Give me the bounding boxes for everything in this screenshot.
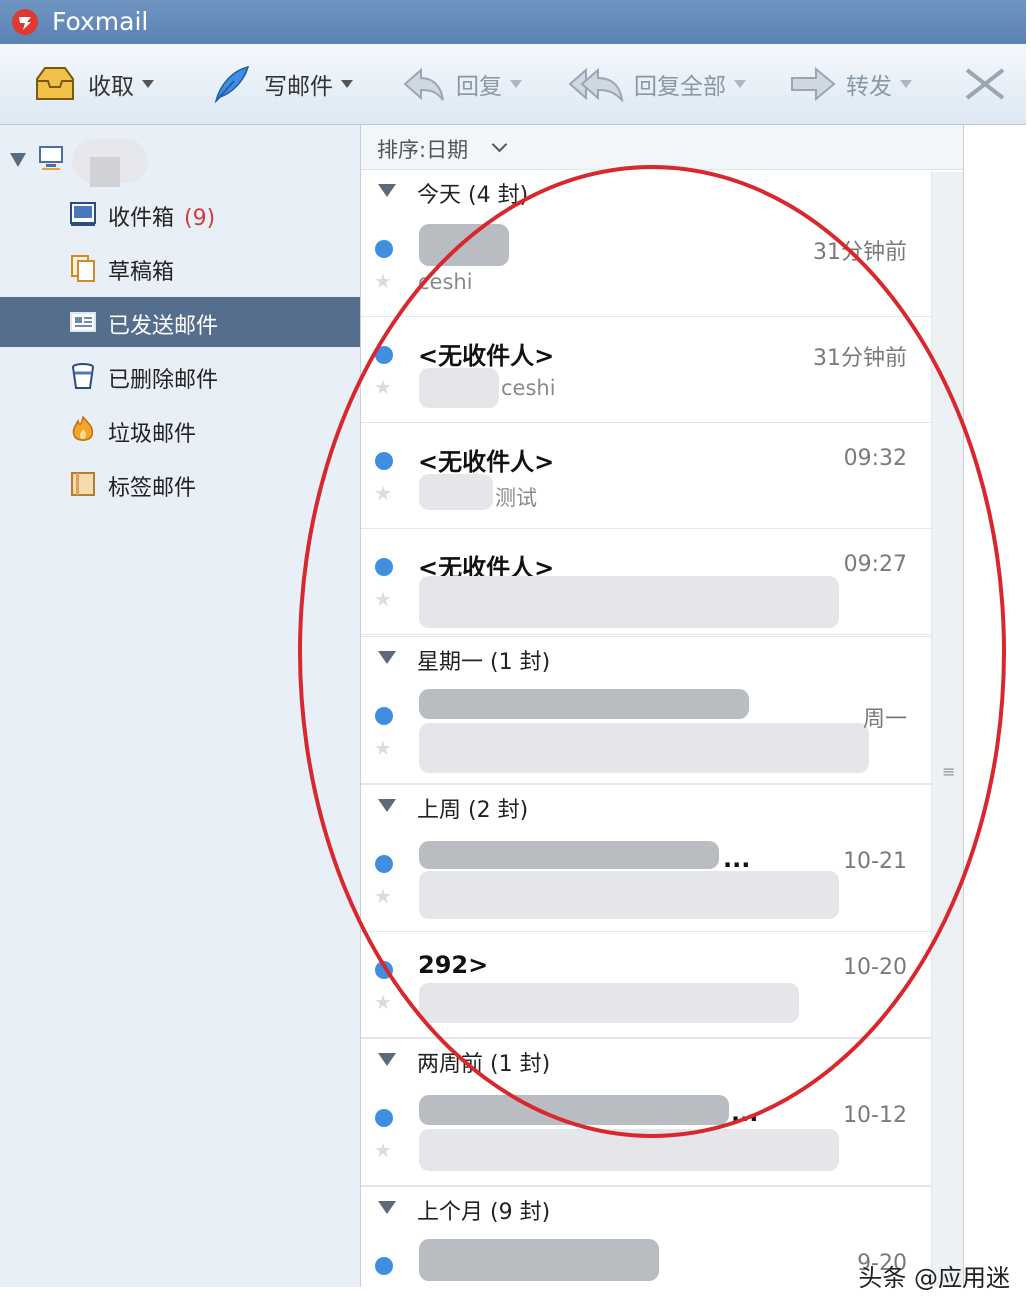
folder-deleted[interactable]: 已删除邮件	[0, 351, 360, 401]
sort-label: 排序:日期	[377, 138, 469, 162]
reply-all-arrow-icon	[568, 61, 624, 107]
collapse-triangle-icon[interactable]	[378, 1201, 396, 1214]
group-header-last-week[interactable]: 上周 (2 封)	[361, 784, 931, 828]
subject-redacted	[419, 871, 839, 919]
folder-tagged[interactable]: 标签邮件	[0, 459, 360, 509]
subject-redacted	[419, 368, 499, 408]
subject-redacted	[419, 723, 869, 773]
unread-dot-icon	[375, 707, 393, 725]
star-icon[interactable]: ★	[374, 884, 392, 908]
mail-row[interactable]: 9-20	[361, 1229, 931, 1288]
reply-dropdown-caret-icon[interactable]	[510, 80, 522, 88]
folder-sidebar: 收件箱 (9) 草稿箱 已发送邮件 已删除邮件 垃圾邮件 标签邮件	[0, 125, 361, 1287]
group-header-today[interactable]: 今天 (4 封)	[361, 169, 931, 213]
unread-count-badge: (9)	[184, 206, 216, 231]
account-computer-icon	[39, 146, 63, 170]
title-bar: Foxmail	[0, 0, 1026, 44]
collapse-triangle-icon[interactable]	[378, 651, 396, 664]
mail-row[interactable]: ★ ... 10-21	[361, 827, 931, 932]
vertical-scrollbar[interactable]: ≡	[931, 172, 963, 1287]
collapse-triangle-icon[interactable]	[378, 184, 396, 197]
watermark-text: 头条 @应用迷	[858, 1264, 1010, 1292]
inbox-tray-icon	[32, 61, 78, 107]
sort-bar[interactable]: 排序:日期	[361, 125, 963, 170]
star-icon[interactable]: ★	[374, 990, 392, 1014]
sender-redacted	[419, 224, 509, 266]
folder-drafts[interactable]: 草稿箱	[0, 243, 360, 293]
receive-dropdown-caret-icon[interactable]	[142, 80, 154, 88]
unread-dot-icon	[375, 452, 393, 470]
subject-redacted	[419, 983, 799, 1023]
receive-button[interactable]: 收取	[32, 61, 154, 107]
star-icon[interactable]: ★	[374, 736, 392, 760]
star-icon[interactable]: ★	[374, 1138, 392, 1162]
app-title: Foxmail	[52, 7, 149, 36]
subject-redacted	[419, 576, 839, 628]
forward-dropdown-caret-icon[interactable]	[900, 80, 912, 88]
sender-redacted	[419, 841, 719, 869]
unread-dot-icon	[375, 240, 393, 258]
spam-flame-icon	[72, 415, 94, 441]
mail-row[interactable]: ★ 周一	[361, 679, 931, 784]
scissors-icon	[962, 61, 1008, 107]
inbox-icon	[70, 202, 96, 226]
toolbar: 收取 写邮件 回复 回复全部 转发	[0, 44, 1026, 125]
reply-button[interactable]: 回复	[400, 61, 522, 107]
more-tools-button[interactable]	[962, 61, 1008, 107]
collapse-triangle-icon[interactable]	[10, 153, 26, 167]
mail-row[interactable]: ★ 292> 10-20	[361, 933, 931, 1038]
mail-row[interactable]: ★ <无收件人> 09:27	[361, 530, 931, 635]
drafts-icon	[71, 255, 95, 282]
account-node[interactable]	[0, 137, 360, 187]
group-header-monday[interactable]: 星期一 (1 封)	[361, 636, 931, 680]
scrollbar-grip-icon: ≡	[942, 762, 956, 781]
unread-dot-icon	[375, 346, 393, 364]
mail-row[interactable]: ★ ... 10-12	[361, 1081, 931, 1186]
account-name-redacted-block	[90, 157, 120, 187]
unread-dot-icon	[375, 1257, 393, 1275]
compose-button[interactable]: 写邮件	[208, 61, 353, 107]
subject-redacted	[419, 1129, 839, 1171]
folder-sent[interactable]: 已发送邮件	[0, 297, 360, 347]
forward-button[interactable]: 转发	[790, 61, 912, 107]
collapse-triangle-icon[interactable]	[378, 1053, 396, 1066]
unread-dot-icon	[375, 961, 393, 979]
trash-icon	[72, 363, 94, 389]
scrollbar-thumb[interactable]	[932, 172, 963, 1287]
foxmail-logo-icon	[12, 9, 38, 35]
unread-dot-icon	[375, 855, 393, 873]
group-header-last-month[interactable]: 上个月 (9 封)	[361, 1186, 931, 1230]
reply-all-dropdown-caret-icon[interactable]	[734, 80, 746, 88]
collapse-triangle-icon[interactable]	[378, 799, 396, 812]
compose-dropdown-caret-icon[interactable]	[341, 80, 353, 88]
mail-row[interactable]: ★ <无收件人> ceshi 31分钟前	[361, 318, 931, 423]
mail-row[interactable]: ★ ceshi 31分钟前	[361, 212, 931, 317]
mail-row[interactable]: ★ <无收件人> 测试 09:32	[361, 424, 931, 529]
star-icon[interactable]: ★	[374, 587, 392, 611]
star-icon[interactable]: ★	[374, 481, 392, 505]
tag-icon	[71, 472, 95, 496]
reply-all-button[interactable]: 回复全部	[568, 61, 746, 107]
reply-arrow-icon	[400, 61, 446, 107]
unread-dot-icon	[375, 1109, 393, 1127]
sender-redacted	[419, 1239, 659, 1281]
forward-arrow-icon	[790, 61, 836, 107]
subject-redacted	[419, 474, 493, 510]
sent-icon	[70, 312, 96, 332]
star-icon[interactable]: ★	[374, 375, 392, 399]
folder-spam[interactable]: 垃圾邮件	[0, 405, 360, 455]
sender-redacted	[419, 689, 749, 719]
unread-dot-icon	[375, 558, 393, 576]
group-header-two-weeks-ago[interactable]: 两周前 (1 封)	[361, 1038, 931, 1082]
feather-pen-icon	[208, 61, 254, 107]
sender-redacted	[419, 1095, 729, 1125]
chevron-down-icon[interactable]	[491, 136, 508, 153]
star-icon[interactable]: ★	[374, 269, 392, 293]
folder-inbox[interactable]: 收件箱 (9)	[0, 189, 360, 239]
